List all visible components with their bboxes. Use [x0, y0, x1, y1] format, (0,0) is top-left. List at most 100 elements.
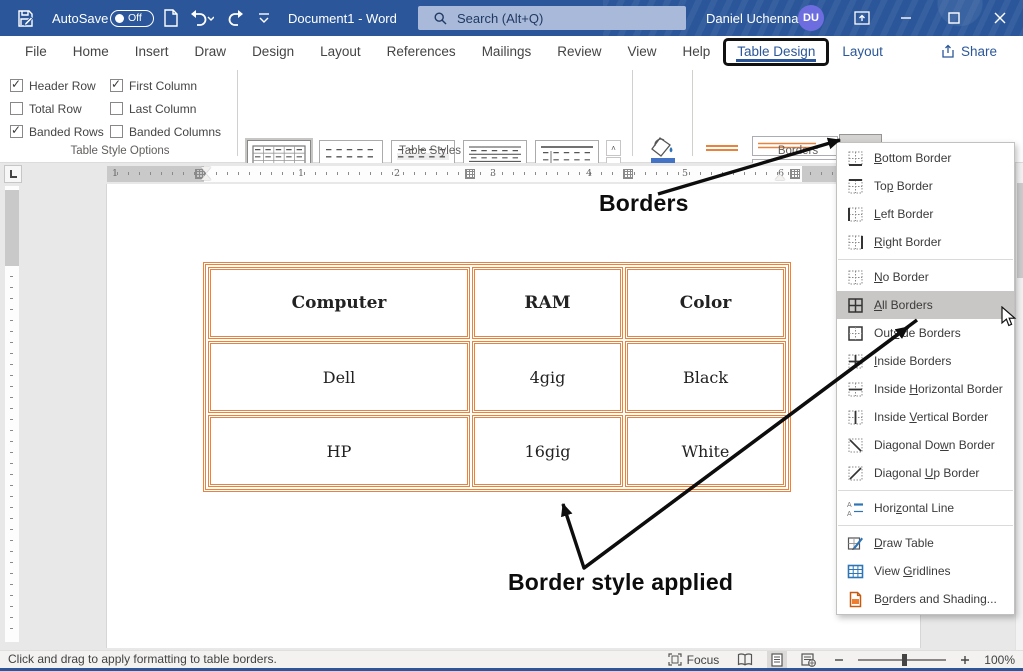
document-title: Document1 - Word — [288, 0, 397, 36]
menu-item-all-borders[interactable]: All Borders — [837, 291, 1014, 319]
share-button[interactable]: Share — [933, 39, 1005, 63]
menu-item-left-border[interactable]: Left Border — [837, 200, 1014, 228]
checkbox-total-row[interactable]: ✓Total Row — [10, 102, 110, 116]
tab-design[interactable]: Design — [239, 36, 307, 66]
menu-item-inside-borders[interactable]: Inside Borders — [837, 347, 1014, 375]
tab-layout[interactable]: Layout — [307, 36, 374, 66]
checkbox-banded-columns[interactable]: ✓Banded Columns — [110, 125, 242, 139]
menu-item-top-border[interactable]: Top Border — [837, 172, 1014, 200]
autosave-state: Off — [128, 12, 142, 24]
draw-table-icon — [847, 535, 864, 552]
table-cell[interactable]: 16gig — [472, 415, 623, 487]
tab-review[interactable]: Review — [544, 36, 614, 66]
borders-dropdown-menu: Bottom Border Top Border Left Border Rig… — [836, 142, 1015, 615]
tab-view[interactable]: View — [614, 36, 669, 66]
ruler-table-column-marker[interactable] — [466, 170, 474, 178]
menu-item-view-gridlines[interactable]: View Gridlines — [837, 557, 1014, 585]
table-row: HP 16gig White — [208, 415, 786, 487]
table-cell[interactable]: HP — [208, 415, 470, 487]
print-layout-icon — [771, 653, 783, 667]
ribbon-tab-row: File Home Insert Draw Design Layout Refe… — [0, 36, 1023, 66]
focus-icon — [668, 653, 682, 666]
zoom-slider[interactable] — [858, 659, 946, 661]
table-cell[interactable]: 4gig — [472, 341, 623, 413]
menu-item-diagonal-down-border[interactable]: Diagonal Down Border — [837, 431, 1014, 459]
vertical-scrollbar[interactable] — [1015, 163, 1023, 650]
minimize-button[interactable] — [886, 0, 926, 36]
tab-table-design[interactable]: Table Design — [723, 38, 829, 66]
diagonal-down-border-icon — [847, 437, 864, 454]
tab-selector[interactable] — [4, 165, 22, 183]
tab-draw[interactable]: Draw — [182, 36, 240, 66]
menu-item-borders-and-shading[interactable]: Borders and Shading... — [837, 585, 1014, 613]
table-cell[interactable]: White — [625, 415, 786, 487]
hanging-indent-marker[interactable] — [201, 174, 211, 180]
print-layout-button[interactable] — [767, 651, 787, 668]
tab-insert[interactable]: Insert — [122, 36, 182, 66]
right-indent-marker[interactable] — [775, 174, 785, 180]
web-layout-icon — [801, 653, 816, 667]
menu-item-inside-horizontal-border[interactable]: Inside Horizontal Border — [837, 375, 1014, 403]
first-line-indent-marker[interactable] — [201, 167, 211, 173]
close-button[interactable] — [980, 0, 1020, 36]
tab-help[interactable]: Help — [670, 36, 724, 66]
zoom-slider-thumb[interactable] — [902, 654, 907, 666]
title-bar: AutoSave Off Document1 - Word Search (Al… — [0, 0, 1023, 36]
scrollbar-thumb[interactable] — [1017, 183, 1023, 278]
menu-separator — [838, 490, 1013, 491]
web-layout-button[interactable] — [797, 651, 820, 668]
border-outside-icon — [847, 325, 864, 342]
menu-item-draw-table[interactable]: Draw Table — [837, 529, 1014, 557]
ruler-number: 2 — [394, 168, 400, 179]
menu-item-diagonal-up-border[interactable]: Diagonal Up Border — [837, 459, 1014, 487]
ribbon-display-options-icon[interactable] — [842, 0, 882, 36]
checkbox-banded-rows[interactable]: ✓Banded Rows — [10, 125, 110, 139]
border-none-icon — [847, 269, 864, 286]
border-left-icon — [847, 206, 864, 223]
menu-item-outside-borders[interactable]: Outside Borders — [837, 319, 1014, 347]
zoom-in-button[interactable] — [956, 651, 974, 668]
quick-access-more-icon[interactable] — [258, 0, 270, 36]
search-input[interactable]: Search (Alt+Q) — [418, 6, 686, 30]
table-cell[interactable]: Color — [625, 267, 786, 339]
table-cell[interactable]: RAM — [472, 267, 623, 339]
search-icon — [434, 12, 447, 25]
table-cell[interactable]: Dell — [208, 341, 470, 413]
border-inside-horizontal-icon — [847, 381, 864, 398]
redo-button[interactable] — [226, 0, 246, 36]
new-document-icon[interactable] — [163, 0, 178, 36]
menu-item-horizontal-line[interactable]: AA Horizontal Line — [837, 494, 1014, 522]
checkbox-first-column[interactable]: ✓First Column — [110, 79, 242, 93]
avatar[interactable]: DU — [798, 0, 824, 36]
menu-item-no-border[interactable]: No Border — [837, 263, 1014, 291]
horizontal-ruler[interactable]: 1 1 2 3 4 5 6 — [107, 166, 920, 182]
document-table[interactable]: Computer RAM Color Dell 4gig Black HP 16… — [203, 262, 791, 492]
zoom-level[interactable]: 100% — [984, 653, 1015, 667]
table-cell[interactable]: Computer — [208, 267, 470, 339]
menu-item-right-border[interactable]: Right Border — [837, 228, 1014, 256]
tab-home[interactable]: Home — [60, 36, 122, 66]
maximize-button[interactable] — [934, 0, 974, 36]
tab-mailings[interactable]: Mailings — [469, 36, 545, 66]
ruler-table-column-marker[interactable] — [791, 170, 799, 178]
menu-item-bottom-border[interactable]: Bottom Border — [837, 144, 1014, 172]
tab-table-layout[interactable]: Layout — [829, 36, 896, 66]
menu-separator — [838, 259, 1013, 260]
tab-file[interactable]: File — [12, 36, 60, 66]
read-mode-button[interactable] — [733, 651, 757, 668]
tab-references[interactable]: References — [374, 36, 469, 66]
ruler-table-column-marker[interactable] — [624, 170, 632, 178]
vertical-ruler[interactable] — [5, 186, 19, 642]
zoom-out-button[interactable] — [830, 651, 848, 668]
ruler-number: 4 — [586, 168, 592, 179]
group-label-borders: Borders — [748, 145, 848, 157]
checkbox-header-row[interactable]: ✓Header Row — [10, 79, 110, 93]
checkbox-last-column[interactable]: ✓Last Column — [110, 102, 242, 116]
autosave-toggle[interactable]: Off — [110, 0, 154, 36]
toggle-knob — [115, 14, 124, 23]
gallery-scroll-up[interactable]: ˄ — [606, 140, 621, 156]
focus-button[interactable]: Focus — [664, 651, 724, 668]
undo-button[interactable] — [188, 0, 214, 36]
table-cell[interactable]: Black — [625, 341, 786, 413]
menu-item-inside-vertical-border[interactable]: Inside Vertical Border — [837, 403, 1014, 431]
